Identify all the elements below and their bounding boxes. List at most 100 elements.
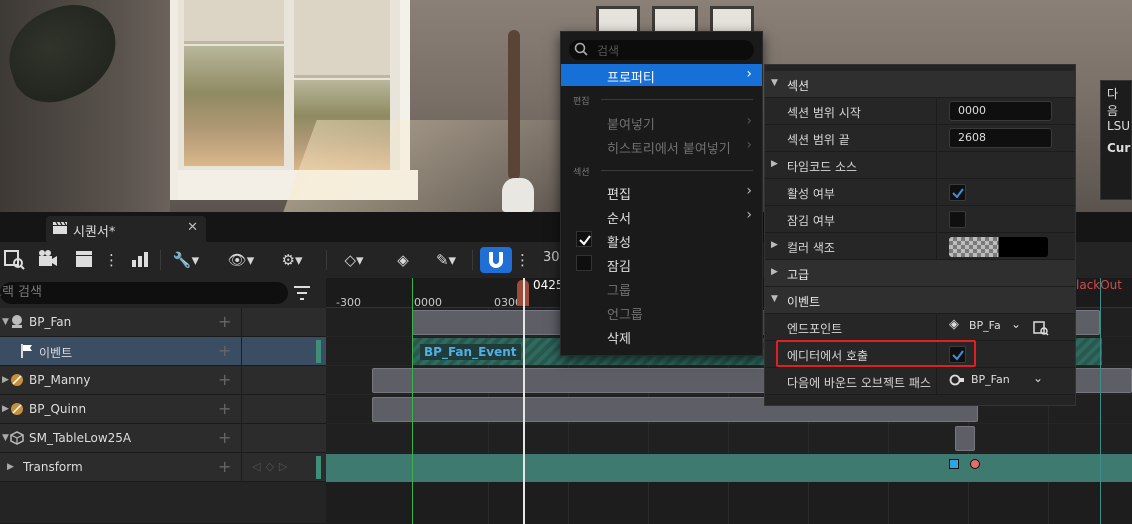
category-header-advanced[interactable]: ▶ 고급 — [765, 260, 1075, 287]
playback-options-icon[interactable]: ⚙▾ — [274, 248, 310, 272]
menu-item-locked[interactable]: 잠김 — [561, 253, 762, 275]
toolbar-separator — [160, 250, 161, 270]
active-checkbox[interactable] — [576, 231, 592, 247]
add-icon[interactable]: + — [218, 312, 231, 331]
viewport-stick — [508, 30, 520, 180]
timeline-row — [326, 424, 1132, 453]
track-row[interactable]: ▶ BP_Manny + — [0, 366, 326, 395]
track-search-placeholder: 트랙 검색 — [0, 285, 42, 300]
pen-icon[interactable]: ✎▾ — [428, 248, 464, 272]
chevron-right-icon: › — [746, 207, 752, 223]
viewport-panel-line: Curr — [1107, 141, 1131, 155]
start-marker — [412, 278, 413, 524]
key-diamond-icon[interactable]: ◇▾ — [336, 248, 372, 272]
menu-divider — [601, 99, 753, 100]
menu-item-order[interactable]: 순서 › — [561, 205, 762, 227]
track-row[interactable]: 이벤트 + — [0, 337, 326, 366]
track-row[interactable]: ▼ BP_Fan + — [0, 308, 326, 337]
toolbar-separator — [472, 250, 473, 270]
context-menu: 검색 프로퍼티 › 편집 붙여넣기 › 히스토리에서 붙여넣기 › 섹션 편집 … — [560, 31, 763, 356]
collapse-arrow-icon[interactable]: ▼ — [2, 317, 9, 327]
active-checkbox[interactable] — [949, 184, 966, 201]
property-label: 섹션 범위 끝 — [787, 133, 850, 147]
expand-arrow-icon[interactable]: ▶ — [2, 375, 9, 385]
check-icon — [952, 188, 964, 199]
range-end-field[interactable]: 2608 — [949, 128, 1052, 148]
actor-to-sequencer-icon[interactable] — [128, 248, 152, 272]
property-row[interactable]: ▶ 타임코드 소스 — [765, 152, 1075, 179]
menu-item-group[interactable]: 그룹 — [561, 277, 762, 299]
menu-item-ungroup[interactable]: 언그룹 — [561, 301, 762, 323]
render-movie-icon[interactable] — [72, 248, 96, 272]
mesh-icon — [10, 431, 24, 445]
category-header-section[interactable]: ▼ 섹션 — [765, 71, 1075, 98]
track-row[interactable]: ▶ Transform + ◁◇▷ — [0, 453, 326, 482]
menu-item-paste[interactable]: 붙여넣기 › — [561, 111, 762, 133]
property-row[interactable]: ▶ 컬러 색조 — [765, 233, 1075, 260]
add-icon[interactable]: + — [218, 341, 231, 360]
menu-item-active[interactable]: 활성 — [561, 229, 762, 251]
chevron-right-icon: ▶ — [771, 159, 778, 169]
filter-icon[interactable] — [292, 284, 312, 302]
color-swatch[interactable] — [949, 237, 1048, 257]
expand-arrow-icon[interactable]: ▶ — [7, 462, 14, 472]
browse-icon[interactable] — [1033, 320, 1049, 336]
browse-icon[interactable] — [2, 248, 26, 272]
frame-rate[interactable]: 30 — [543, 250, 560, 265]
track-name: Transform — [23, 460, 83, 474]
property-label: 섹션 범위 시작 — [787, 106, 861, 120]
property-row: 섹션 범위 시작 0000 — [765, 98, 1075, 125]
close-icon[interactable]: ✕ — [187, 220, 198, 235]
section-bar[interactable] — [955, 426, 975, 451]
function-icon: ◈ — [949, 317, 959, 332]
add-icon[interactable]: + — [218, 457, 231, 476]
track-search-input[interactable]: 트랙 검색 — [0, 282, 288, 304]
wrench-icon[interactable]: 🔧▾ — [168, 248, 204, 272]
more-options-icon[interactable]: ⋮ — [104, 248, 119, 272]
property-label: 활성 여부 — [787, 187, 835, 201]
menu-item-properties[interactable]: 프로퍼티 › — [561, 64, 762, 86]
add-icon[interactable]: + — [218, 399, 231, 418]
collapse-arrow-icon[interactable]: ▼ — [2, 433, 9, 443]
menu-item-label: 언그룹 — [607, 308, 643, 323]
menu-item-edit[interactable]: 편집 › — [561, 181, 762, 203]
locked-checkbox[interactable] — [949, 211, 966, 228]
menu-section-label: 편집 — [573, 97, 590, 107]
viewport-vase — [502, 178, 534, 212]
snap-magnet-icon[interactable] — [480, 247, 512, 273]
keyframe[interactable] — [970, 459, 980, 469]
range-start-field[interactable]: 0000 — [949, 101, 1052, 121]
expand-arrow-icon[interactable]: ▶ — [2, 404, 9, 414]
key-navigation-icons[interactable]: ◁◇▷ — [252, 460, 292, 473]
chevron-right-icon: › — [746, 137, 752, 153]
track-color-bar — [316, 456, 321, 479]
property-row: 다음에 바운드 오브젝트 패스 BP_Fan ⌄ — [765, 368, 1075, 395]
snap-options-icon[interactable]: ⋮ — [515, 248, 530, 272]
property-row: 엔드포인트 ◈ BP_Fa ⌄ — [765, 314, 1075, 341]
chevron-right-icon: › — [746, 183, 752, 199]
eye-icon[interactable]: 👁▾ — [222, 248, 260, 272]
menu-search-input[interactable]: 검색 — [569, 40, 754, 60]
viewport-panel-line: 다음 — [1107, 87, 1119, 118]
category-header-events[interactable]: ▼ 이벤트 — [765, 287, 1075, 314]
track-row[interactable]: ▶ BP_Quinn + — [0, 395, 326, 424]
track-row[interactable]: ▼ SM_TableLow25A + — [0, 424, 326, 453]
auto-key-icon[interactable]: ◈ — [390, 248, 416, 272]
bound-object-value: BP_Fan — [971, 373, 1010, 386]
menu-item-paste-history[interactable]: 히스토리에서 붙여넣기 › — [561, 135, 762, 157]
add-icon[interactable]: + — [218, 370, 231, 389]
keyframe[interactable] — [949, 459, 959, 469]
camera-icon[interactable] — [36, 248, 60, 272]
menu-item-label: 히스토리에서 붙여넣기 — [607, 142, 731, 157]
tab-sequencer[interactable]: 시퀀서* ✕ — [46, 216, 206, 242]
property-label: 다음에 바운드 오브젝트 패스 — [787, 376, 931, 390]
menu-item-delete[interactable]: 삭제 — [561, 325, 762, 347]
event-section-label: BP_Fan_Event — [420, 344, 521, 360]
category-title: 이벤트 — [787, 295, 821, 309]
category-title: 고급 — [787, 268, 810, 282]
playhead-time: 0425 — [533, 278, 564, 292]
locked-checkbox[interactable] — [576, 255, 592, 271]
add-icon[interactable]: + — [218, 428, 231, 447]
track-list-empty — [0, 482, 326, 524]
property-row: 잠김 여부 — [765, 206, 1075, 233]
